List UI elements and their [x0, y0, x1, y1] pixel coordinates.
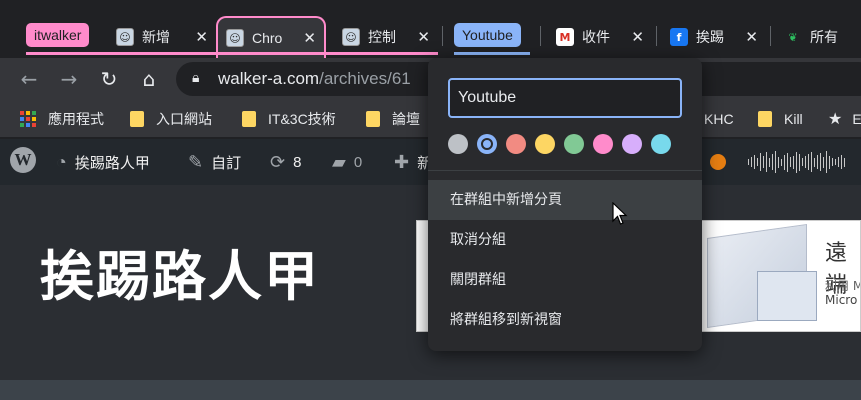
tab-title: Chro: [252, 30, 283, 46]
bookmark-label: KHC: [704, 111, 734, 127]
tab-title: 挨踢: [696, 29, 724, 45]
tab-title: 控制: [368, 29, 396, 45]
color-swatch[interactable]: [622, 134, 642, 154]
color-swatch[interactable]: [477, 134, 497, 154]
color-swatch[interactable]: [448, 134, 468, 154]
bookmark-label: 論壇: [392, 111, 420, 127]
folder-icon: [758, 111, 772, 127]
dashboard-icon: ◔: [56, 151, 67, 172]
close-group-item[interactable]: 關閉群組: [428, 260, 702, 300]
bookmark-item[interactable]: ★ E: [828, 109, 861, 129]
ungroup-item[interactable]: 取消分組: [428, 220, 702, 260]
tab-group-editor: 在群組中新增分頁 取消分組 關閉群組 將群組移到新視窗: [428, 58, 702, 351]
avatar-icon: ☺: [342, 28, 360, 46]
color-swatch[interactable]: [535, 134, 555, 154]
avatar-icon: ☺: [116, 28, 134, 46]
ad-screenshot-image: [757, 271, 817, 321]
bookmark-label: Kill: [784, 111, 803, 127]
comments-count: 0: [353, 153, 363, 171]
tab-group-chip-youtube[interactable]: Youtube: [454, 23, 521, 47]
group-underline-youtube: [454, 52, 530, 55]
wordpress-logo-button[interactable]: W: [10, 147, 36, 173]
tab-strip: itwalker ☺ 新增 ✕ ☺ Chro ✕ ☺ 控制 ✕ Youtube …: [0, 0, 861, 58]
bookmark-folder[interactable]: Kill: [758, 109, 803, 129]
reload-button[interactable]: ↻: [96, 66, 122, 92]
tab-group-chip-itwalker[interactable]: itwalker: [26, 23, 90, 47]
bookmark-item[interactable]: KHC: [704, 109, 734, 129]
paintbrush-icon: ✎: [188, 151, 204, 172]
site-name-label: 挨踢路人甲: [74, 154, 150, 172]
url-text[interactable]: walker-a.com/archives/61: [218, 69, 411, 89]
bookmark-label: IT&3C技術: [268, 111, 336, 127]
folder-icon: [242, 111, 256, 127]
customize-menu[interactable]: ✎ 自訂: [188, 151, 241, 173]
facebook-icon: f: [670, 28, 688, 46]
folder-icon: [366, 111, 380, 127]
comment-icon: ▰: [332, 151, 346, 172]
avatar-icon: ☺: [226, 29, 244, 47]
back-button[interactable]: ←: [16, 66, 42, 92]
tab-title: 所有: [810, 29, 838, 45]
tab-separator: [656, 26, 657, 46]
updates-icon: ⟳: [270, 151, 286, 172]
star-icon: ★: [828, 111, 843, 128]
gmail-icon: M: [556, 28, 574, 46]
group-underline-itwalker: [26, 52, 438, 55]
plus-icon: ✚: [394, 151, 410, 172]
comments-menu[interactable]: ▰ 0: [332, 151, 362, 173]
bookmark-folder[interactable]: 論壇: [366, 109, 420, 129]
close-icon[interactable]: ✕: [417, 28, 430, 46]
group-name-input[interactable]: [448, 78, 682, 118]
ad-text-line: 利用 M: [825, 279, 861, 293]
site-name-menu[interactable]: ◔ 挨踢路人甲: [56, 151, 150, 173]
ad-text-line: Micro: [825, 293, 858, 307]
url-path: /archives/61: [319, 69, 411, 88]
close-icon[interactable]: ✕: [303, 29, 316, 47]
color-swatch[interactable]: [564, 134, 584, 154]
tab-separator: [442, 26, 443, 46]
color-picker: [448, 134, 671, 154]
nav-strip: [0, 380, 861, 400]
lock-icon: 🔒︎: [192, 70, 200, 86]
home-button[interactable]: ⌂: [136, 66, 162, 92]
bookmark-apps[interactable]: 應用程式: [20, 109, 104, 129]
tab-separator: [770, 26, 771, 46]
divider: [428, 170, 702, 171]
bookmark-label: 入口網站: [156, 111, 212, 127]
notification-dot: [710, 154, 726, 170]
bookmark-folder[interactable]: IT&3C技術: [242, 109, 336, 129]
close-icon[interactable]: ✕: [195, 28, 208, 46]
new-content-menu[interactable]: ✚ 新: [394, 151, 432, 173]
site-title[interactable]: 挨踢路人甲: [40, 232, 320, 311]
bookmark-folder[interactable]: 入口網站: [130, 109, 212, 129]
close-icon[interactable]: ✕: [745, 28, 758, 46]
apps-grid-icon: [20, 111, 36, 127]
bookmark-label: E: [852, 111, 861, 127]
color-swatch[interactable]: [506, 134, 526, 154]
wordpress-icon: W: [10, 147, 36, 173]
forward-button[interactable]: →: [56, 66, 82, 92]
tab-separator: [540, 26, 541, 46]
tab-item[interactable]: M 收件 ✕: [548, 16, 652, 58]
new-tab-in-group-item[interactable]: 在群組中新增分頁: [428, 180, 702, 220]
updates-menu[interactable]: ⟳ 8: [270, 151, 301, 173]
color-swatch[interactable]: [593, 134, 613, 154]
url-host: walker-a.com: [218, 69, 320, 88]
bookmark-label: 應用程式: [48, 111, 104, 127]
updates-count: 8: [293, 153, 302, 171]
close-icon[interactable]: ✕: [631, 28, 644, 46]
mouse-cursor-icon: [612, 202, 628, 225]
move-group-to-new-window-item[interactable]: 將群組移到新視窗: [428, 300, 702, 340]
customize-label: 自訂: [211, 154, 242, 172]
tab-item[interactable]: f 挨踢 ✕: [662, 16, 766, 58]
tab-item[interactable]: ❦ 所有: [776, 16, 861, 58]
color-swatch[interactable]: [651, 134, 671, 154]
waveform-graphic: [748, 150, 845, 174]
tab-title: 收件: [582, 29, 610, 45]
evernote-icon: ❦: [788, 30, 798, 44]
tab-title: 新增: [142, 29, 170, 45]
folder-icon: [130, 111, 144, 127]
